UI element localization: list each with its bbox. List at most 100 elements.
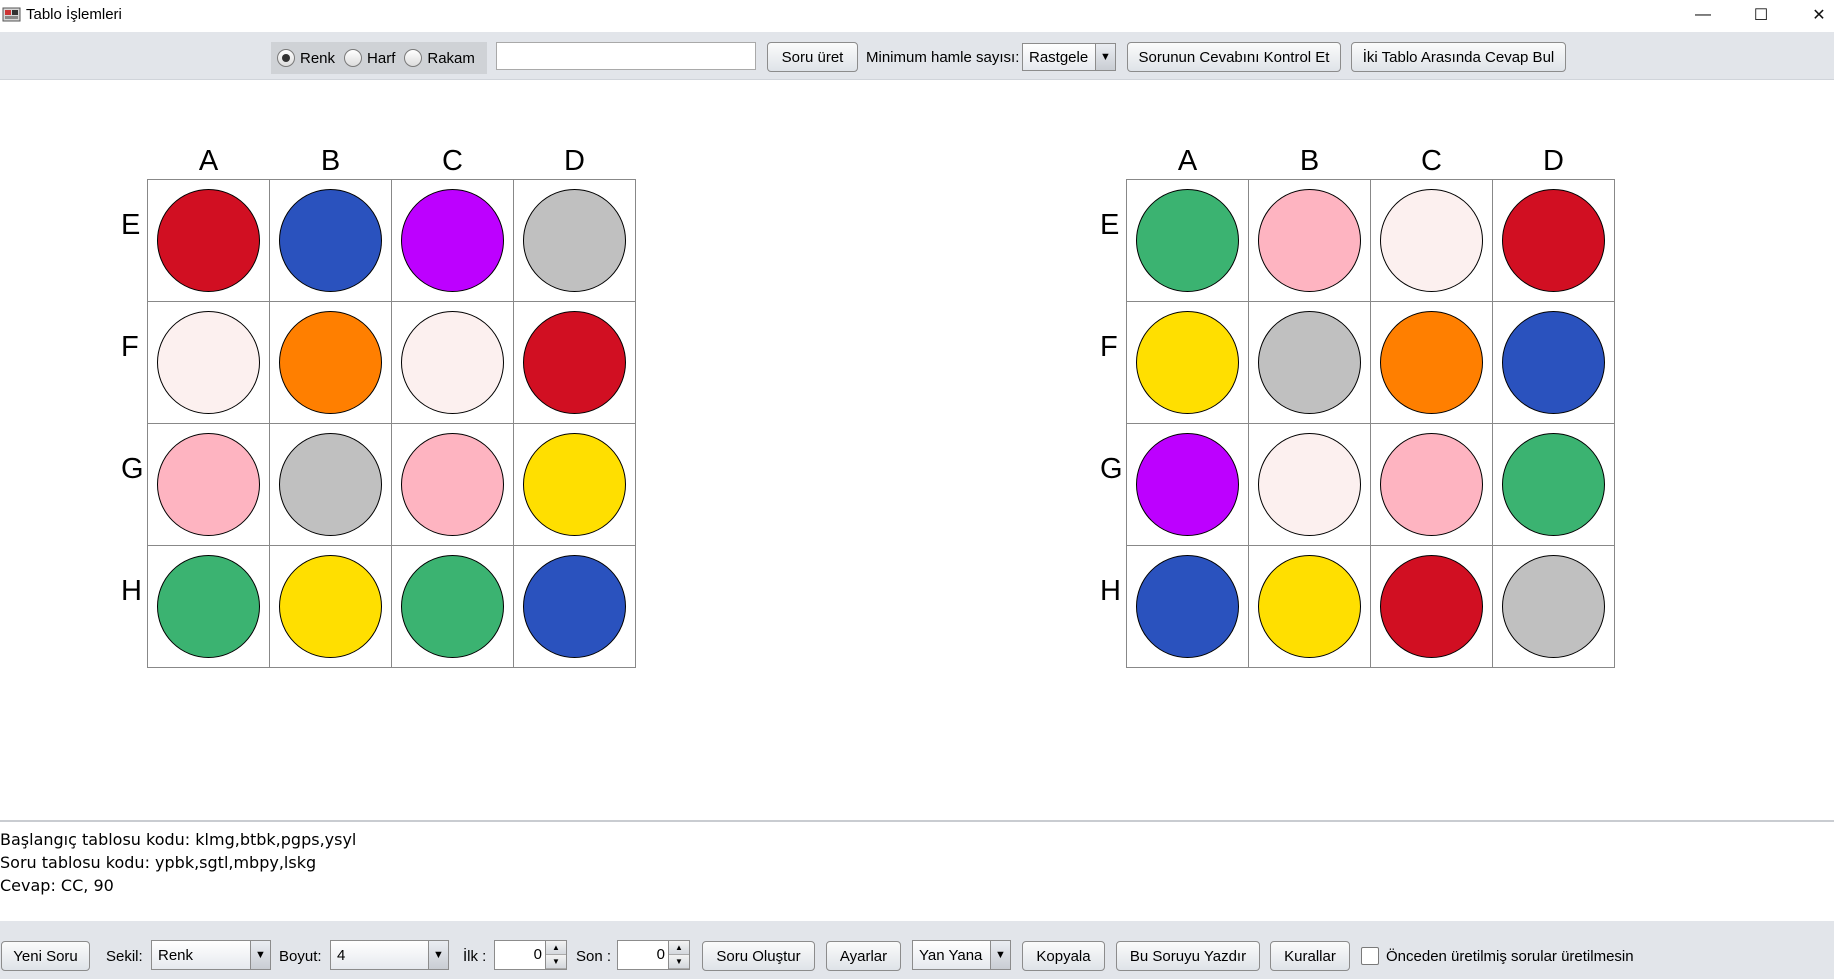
color-disc[interactable]: [523, 555, 626, 658]
color-disc[interactable]: [523, 189, 626, 292]
color-disc[interactable]: [1502, 555, 1605, 658]
color-disc[interactable]: [401, 433, 504, 536]
question-cell-df[interactable]: [1492, 301, 1615, 424]
question-cell-bf[interactable]: [1248, 301, 1371, 424]
find-answer-button[interactable]: İki Tablo Arasında Cevap Bul: [1351, 42, 1566, 72]
color-disc[interactable]: [1502, 189, 1605, 292]
radio-harf-indicator[interactable]: [344, 49, 363, 67]
minimize-button[interactable]: —: [1674, 0, 1732, 30]
spinner-down-icon[interactable]: ▼: [669, 955, 689, 969]
color-disc[interactable]: [279, 189, 382, 292]
color-disc[interactable]: [523, 311, 626, 414]
start-cell-ch[interactable]: [391, 545, 514, 668]
start-cell-af[interactable]: [147, 301, 270, 424]
generate-question-button[interactable]: Soru üret: [767, 42, 858, 72]
maximize-button[interactable]: ☐: [1732, 0, 1790, 30]
start-cell-be[interactable]: [269, 179, 392, 302]
color-disc[interactable]: [157, 433, 260, 536]
question-cell-bg[interactable]: [1248, 423, 1371, 546]
color-disc[interactable]: [1136, 189, 1239, 292]
start-cell-bh[interactable]: [269, 545, 392, 668]
first-spinner[interactable]: 0 ▲ ▼: [494, 940, 567, 970]
color-disc[interactable]: [1258, 433, 1361, 536]
chevron-down-icon[interactable]: ▼: [1095, 44, 1115, 70]
radio-rakam[interactable]: Rakam: [404, 49, 475, 67]
color-disc[interactable]: [279, 433, 382, 536]
color-disc[interactable]: [1258, 189, 1361, 292]
color-disc[interactable]: [279, 311, 382, 414]
min-moves-select[interactable]: Rastgele ▼: [1022, 43, 1116, 71]
color-disc[interactable]: [1380, 189, 1483, 292]
color-disc[interactable]: [1380, 555, 1483, 658]
question-cell-af[interactable]: [1126, 301, 1249, 424]
color-disc[interactable]: [1136, 433, 1239, 536]
question-cell-be[interactable]: [1248, 179, 1371, 302]
question-cell-dg[interactable]: [1492, 423, 1615, 546]
color-disc[interactable]: [401, 189, 504, 292]
question-cell-ah[interactable]: [1126, 545, 1249, 668]
spinner-up-icon[interactable]: ▲: [669, 941, 689, 955]
color-disc[interactable]: [157, 555, 260, 658]
start-cell-ah[interactable]: [147, 545, 270, 668]
create-question-button[interactable]: Soru Oluştur: [702, 941, 815, 971]
start-cell-bf[interactable]: [269, 301, 392, 424]
copy-button[interactable]: Kopyala: [1022, 941, 1105, 971]
color-disc[interactable]: [1502, 433, 1605, 536]
color-disc[interactable]: [1136, 311, 1239, 414]
start-cell-cf[interactable]: [391, 301, 514, 424]
output-text-area[interactable]: Başlangıç tablosu kodu: klmg,btbk,pgps,y…: [0, 820, 1834, 920]
spinner-up-icon[interactable]: ▲: [546, 941, 566, 955]
radio-renk-label: Renk: [300, 49, 336, 67]
chevron-down-icon[interactable]: ▼: [250, 941, 270, 969]
question-cell-ch[interactable]: [1370, 545, 1493, 668]
question-cell-bh[interactable]: [1248, 545, 1371, 668]
start-cell-dh[interactable]: [513, 545, 636, 668]
question-cell-de[interactable]: [1492, 179, 1615, 302]
start-cell-de[interactable]: [513, 179, 636, 302]
color-disc[interactable]: [1258, 311, 1361, 414]
size-select[interactable]: 4 ▼: [330, 940, 449, 970]
radio-renk[interactable]: Renk: [277, 49, 335, 67]
radio-rakam-indicator[interactable]: [404, 49, 423, 67]
start-cell-df[interactable]: [513, 301, 636, 424]
code-input[interactable]: [496, 42, 756, 70]
start-cell-ce[interactable]: [391, 179, 514, 302]
chevron-down-icon[interactable]: ▼: [990, 941, 1010, 969]
shape-select[interactable]: Renk ▼: [151, 940, 271, 970]
start-cell-ae[interactable]: [147, 179, 270, 302]
check-answer-button[interactable]: Sorunun Cevabını Kontrol Et: [1127, 42, 1341, 72]
spinner-down-icon[interactable]: ▼: [546, 955, 566, 969]
color-disc[interactable]: [157, 311, 260, 414]
color-disc[interactable]: [523, 433, 626, 536]
radio-harf[interactable]: Harf: [344, 49, 395, 67]
settings-button[interactable]: Ayarlar: [826, 941, 901, 971]
question-cell-dh[interactable]: [1492, 545, 1615, 668]
color-disc[interactable]: [1380, 433, 1483, 536]
last-spinner[interactable]: 0 ▲ ▼: [617, 940, 690, 970]
color-disc[interactable]: [1258, 555, 1361, 658]
question-cell-cf[interactable]: [1370, 301, 1493, 424]
close-button[interactable]: ✕: [1790, 0, 1834, 30]
color-disc[interactable]: [1502, 311, 1605, 414]
color-disc[interactable]: [279, 555, 382, 658]
question-cell-cg[interactable]: [1370, 423, 1493, 546]
layout-select[interactable]: Yan Yana ▼: [912, 940, 1011, 970]
start-cell-bg[interactable]: [269, 423, 392, 546]
color-disc[interactable]: [401, 311, 504, 414]
color-disc[interactable]: [157, 189, 260, 292]
question-cell-ce[interactable]: [1370, 179, 1493, 302]
print-question-button[interactable]: Bu Soruyu Yazdır: [1116, 941, 1260, 971]
chevron-down-icon[interactable]: ▼: [428, 941, 448, 969]
color-disc[interactable]: [1136, 555, 1239, 658]
radio-renk-indicator[interactable]: [277, 49, 295, 67]
question-cell-ae[interactable]: [1126, 179, 1249, 302]
color-disc[interactable]: [1380, 311, 1483, 414]
rules-button[interactable]: Kurallar: [1270, 941, 1350, 971]
start-cell-dg[interactable]: [513, 423, 636, 546]
color-disc[interactable]: [401, 555, 504, 658]
question-cell-ag[interactable]: [1126, 423, 1249, 546]
start-cell-ag[interactable]: [147, 423, 270, 546]
new-question-button[interactable]: Yeni Soru: [1, 941, 90, 971]
no-repeat-checkbox[interactable]: [1361, 947, 1379, 965]
start-cell-cg[interactable]: [391, 423, 514, 546]
